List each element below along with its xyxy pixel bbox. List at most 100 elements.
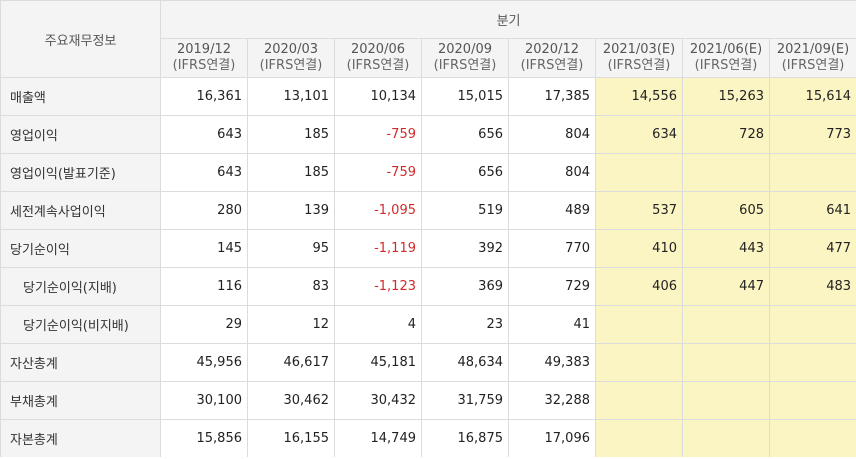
value-cell: 139 bbox=[247, 191, 335, 230]
row-label: 부채총계 bbox=[0, 381, 161, 420]
value-cell: 15,856 bbox=[160, 419, 248, 457]
period-label: 2021/03(E) bbox=[602, 42, 676, 57]
corner-header: 주요재무정보 bbox=[0, 0, 161, 78]
value-cell bbox=[682, 343, 770, 382]
period-header: 2020/03 (IFRS연결) bbox=[247, 38, 335, 78]
value-cell: 4 bbox=[334, 305, 422, 344]
value-cell bbox=[768, 381, 856, 420]
table-row: 자산총계 45,956 46,617 45,181 48,634 49,383 bbox=[0, 343, 856, 382]
value-cell: 23 bbox=[421, 305, 509, 344]
table-row: 부채총계 30,100 30,462 30,432 31,759 32,288 bbox=[0, 381, 856, 420]
value-cell: 773 bbox=[768, 115, 856, 154]
value-cell: 48,634 bbox=[421, 343, 509, 382]
value-cell bbox=[595, 419, 683, 457]
value-cell: 369 bbox=[421, 267, 509, 306]
value-cell: 45,181 bbox=[334, 343, 422, 382]
period-header: 2020/09 (IFRS연결) bbox=[421, 38, 509, 78]
value-cell: 30,462 bbox=[247, 381, 335, 420]
value-cell: 729 bbox=[508, 267, 596, 306]
value-cell: 14,749 bbox=[334, 419, 422, 457]
value-cell: 406 bbox=[595, 267, 683, 306]
value-cell: 45,956 bbox=[160, 343, 248, 382]
value-cell: 46,617 bbox=[247, 343, 335, 382]
period-label: 2021/09(E) bbox=[776, 42, 850, 57]
value-cell: 489 bbox=[508, 191, 596, 230]
value-cell: 145 bbox=[160, 229, 248, 268]
period-header: 2021/03(E) (IFRS연결) bbox=[595, 38, 683, 78]
row-label: 자본총계 bbox=[0, 419, 161, 457]
period-label: 2020/06 bbox=[350, 42, 405, 57]
period-header: 2020/12 (IFRS연결) bbox=[508, 38, 596, 78]
value-cell: 15,263 bbox=[682, 77, 770, 116]
row-label: 당기순이익(지배) bbox=[0, 267, 161, 306]
value-cell: 13,101 bbox=[247, 77, 335, 116]
period-basis: (IFRS연결) bbox=[433, 58, 497, 73]
table-body: 매출액 16,361 13,101 10,134 15,015 17,385 14,556 1… bbox=[0, 77, 856, 457]
table-row: 자본총계 15,856 16,155 14,749 16,875 17,096 bbox=[0, 419, 856, 457]
value-cell: 185 bbox=[247, 115, 335, 154]
value-cell: 447 bbox=[682, 267, 770, 306]
value-cell: 519 bbox=[421, 191, 509, 230]
value-cell: 770 bbox=[508, 229, 596, 268]
value-cell: 804 bbox=[508, 153, 596, 192]
period-header: 2020/06 (IFRS연결) bbox=[334, 38, 422, 78]
value-cell: 537 bbox=[595, 191, 683, 230]
value-cell: 31,759 bbox=[421, 381, 509, 420]
value-cell: -759 bbox=[334, 115, 422, 154]
period-label: 2020/09 bbox=[437, 42, 492, 57]
row-label: 당기순이익 bbox=[0, 229, 161, 268]
value-cell bbox=[682, 305, 770, 344]
table-row: 영업이익(발표기준) 643 185 -759 656 804 bbox=[0, 153, 856, 192]
value-cell bbox=[682, 153, 770, 192]
value-cell: 185 bbox=[247, 153, 335, 192]
value-cell: -759 bbox=[334, 153, 422, 192]
value-cell: 10,134 bbox=[334, 77, 422, 116]
value-cell: 656 bbox=[421, 153, 509, 192]
value-cell: 605 bbox=[682, 191, 770, 230]
value-cell: 643 bbox=[160, 115, 248, 154]
period-label: 2020/03 bbox=[263, 42, 318, 57]
period-basis: (IFRS연결) bbox=[520, 58, 584, 73]
value-cell: 15,614 bbox=[768, 77, 856, 116]
value-cell: 30,432 bbox=[334, 381, 422, 420]
table-row: 세전계속사업이익 280 139 -1,095 519 489 537 605 641 bbox=[0, 191, 856, 230]
period-header: 2021/09(E) (IFRS연결) bbox=[768, 38, 856, 78]
value-cell: 95 bbox=[247, 229, 335, 268]
row-label: 매출액 bbox=[0, 77, 161, 116]
header-row-group: 주요재무정보 분기 bbox=[0, 0, 856, 78]
value-cell bbox=[595, 305, 683, 344]
period-basis: (IFRS연결) bbox=[259, 58, 323, 73]
value-cell bbox=[595, 153, 683, 192]
table-row: 영업이익 643 185 -759 656 804 634 728 773 bbox=[0, 115, 856, 154]
value-cell: 16,361 bbox=[160, 77, 248, 116]
period-basis: (IFRS연결) bbox=[781, 58, 845, 73]
value-cell: -1,095 bbox=[334, 191, 422, 230]
row-label: 자산총계 bbox=[0, 343, 161, 382]
value-cell: 392 bbox=[421, 229, 509, 268]
value-cell: 656 bbox=[421, 115, 509, 154]
value-cell: 12 bbox=[247, 305, 335, 344]
row-label: 영업이익(발표기준) bbox=[0, 153, 161, 192]
value-cell: 280 bbox=[160, 191, 248, 230]
value-cell: 41 bbox=[508, 305, 596, 344]
financial-summary-panel: 주요재무정보 분기 2019/12 (IFRS연결) 2020/03 (IFRS연결)… bbox=[0, 0, 856, 459]
period-basis: (IFRS연결) bbox=[172, 58, 236, 73]
row-label: 당기순이익(비지배) bbox=[0, 305, 161, 344]
period-label: 2020/12 bbox=[524, 42, 579, 57]
value-cell: 30,100 bbox=[160, 381, 248, 420]
table-row: 당기순이익(비지배) 29 12 4 23 41 bbox=[0, 305, 856, 344]
value-cell bbox=[768, 419, 856, 457]
financial-summary-table: 주요재무정보 분기 2019/12 (IFRS연결) 2020/03 (IFRS연결)… bbox=[0, 0, 856, 457]
table-row: 당기순이익 145 95 -1,119 392 770 410 443 477 bbox=[0, 229, 856, 268]
value-cell bbox=[595, 343, 683, 382]
value-cell: 29 bbox=[160, 305, 248, 344]
value-cell: -1,123 bbox=[334, 267, 422, 306]
period-header: 2021/06(E) (IFRS연결) bbox=[682, 38, 770, 78]
value-cell: 16,875 bbox=[421, 419, 509, 457]
period-label: 2021/06(E) bbox=[689, 42, 763, 57]
period-basis: (IFRS연결) bbox=[607, 58, 671, 73]
row-label: 세전계속사업이익 bbox=[0, 191, 161, 230]
value-cell: 116 bbox=[160, 267, 248, 306]
value-cell: 410 bbox=[595, 229, 683, 268]
value-cell bbox=[768, 343, 856, 382]
